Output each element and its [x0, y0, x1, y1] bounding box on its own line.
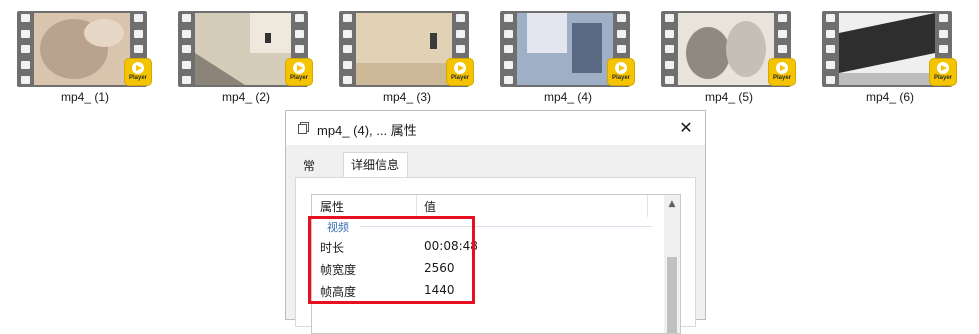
file-item[interactable]: Player mp4_ (2)	[166, 8, 312, 108]
player-badge-label: Player	[128, 75, 147, 81]
film-holes	[665, 14, 674, 84]
property-value: 1440	[424, 283, 455, 297]
dialog-title: mp4_ (4), ... 属性	[317, 123, 417, 138]
file-name: mp4_ (3)	[382, 90, 432, 104]
scroll-thumb[interactable]	[667, 257, 677, 333]
film-holes	[343, 14, 352, 84]
play-triangle	[619, 65, 625, 71]
column-divider[interactable]	[647, 195, 648, 217]
film-holes	[826, 14, 835, 84]
file-item[interactable]: Player mp4_ (6)	[810, 8, 956, 108]
video-frame	[517, 13, 613, 85]
player-badge-label: Player	[611, 75, 630, 81]
dialog-titlebar[interactable]: mp4_ (4), ... 属性 ✕	[286, 111, 705, 145]
player-badge: Player	[286, 59, 312, 85]
play-triangle	[136, 65, 142, 71]
player-badge-label: Player	[772, 75, 791, 81]
video-frame	[34, 13, 130, 85]
player-badge: Player	[769, 59, 795, 85]
scroll-up-icon[interactable]: ▲	[664, 195, 680, 213]
property-row[interactable]: 时长 00:08:48	[312, 236, 662, 258]
close-icon[interactable]: ✕	[674, 117, 698, 139]
file-name: mp4_ (6)	[865, 90, 915, 104]
player-badge: Player	[125, 59, 151, 85]
play-triangle	[941, 65, 947, 71]
property-name: 时长	[320, 241, 345, 255]
group-label: 视频	[324, 219, 352, 235]
video-frame	[839, 13, 935, 85]
vertical-scrollbar[interactable]: ▲	[664, 195, 680, 333]
video-thumbnail[interactable]: Player	[17, 11, 151, 89]
file-item[interactable]: Player mp4_ (4)	[488, 8, 634, 108]
player-badge-label: Player	[289, 75, 308, 81]
file-item[interactable]: Player mp4_ (1)	[5, 8, 151, 108]
file-item[interactable]: Player mp4_ (5)	[649, 8, 795, 108]
video-thumbnail[interactable]: Player	[500, 11, 634, 89]
play-triangle	[297, 65, 303, 71]
video-frame	[356, 13, 452, 85]
column-header-value[interactable]: 值	[424, 198, 436, 215]
column-divider[interactable]	[416, 195, 417, 217]
group-divider	[360, 226, 652, 227]
player-badge: Player	[608, 59, 634, 85]
film-holes	[182, 14, 191, 84]
video-thumbnail[interactable]: Player	[822, 11, 956, 89]
player-badge: Player	[447, 59, 473, 85]
property-value: 00:08:48	[424, 239, 478, 253]
film-holes	[21, 14, 30, 84]
player-badge: Player	[930, 59, 956, 85]
video-frame	[195, 13, 291, 85]
property-name: 帧宽度	[320, 263, 357, 277]
video-thumbnail[interactable]: Player	[339, 11, 473, 89]
player-badge-label: Player	[933, 75, 952, 81]
video-frame	[678, 13, 774, 85]
property-row[interactable]: 帧高度 1440	[312, 280, 662, 302]
video-thumbnail[interactable]: Player	[661, 11, 795, 89]
file-properties-icon	[298, 122, 309, 134]
details-panel: 属性 值 视频 时长 00:08:48 帧宽度 2560 帧高度 1440 ▲	[295, 177, 696, 334]
file-name: mp4_ (5)	[704, 90, 754, 104]
property-row[interactable]: 帧宽度 2560	[312, 258, 662, 280]
file-grid: Player mp4_ (1) Player mp4_ (2) Player m…	[0, 0, 979, 110]
video-thumbnail[interactable]: Player	[178, 11, 312, 89]
list-header: 属性 值	[312, 195, 662, 217]
properties-list[interactable]: 属性 值 视频 时长 00:08:48 帧宽度 2560 帧高度 1440 ▲	[311, 194, 681, 334]
properties-dialog: mp4_ (4), ... 属性 ✕ 常规 详细信息 属性 值 视频 时长 00…	[285, 110, 706, 334]
column-header-property[interactable]: 属性	[320, 198, 344, 215]
play-triangle	[458, 65, 464, 71]
tab-details[interactable]: 详细信息	[343, 152, 408, 177]
tab-general[interactable]: 常规	[295, 155, 323, 195]
film-holes	[504, 14, 513, 84]
file-name: mp4_ (4)	[543, 90, 593, 104]
play-triangle	[780, 65, 786, 71]
property-name: 帧高度	[320, 285, 357, 299]
player-badge-label: Player	[450, 75, 469, 81]
file-name: mp4_ (2)	[221, 90, 271, 104]
property-value: 2560	[424, 261, 455, 275]
file-name: mp4_ (1)	[60, 90, 110, 104]
file-item[interactable]: Player mp4_ (3)	[327, 8, 473, 108]
group-header-video: 视频	[312, 219, 662, 235]
